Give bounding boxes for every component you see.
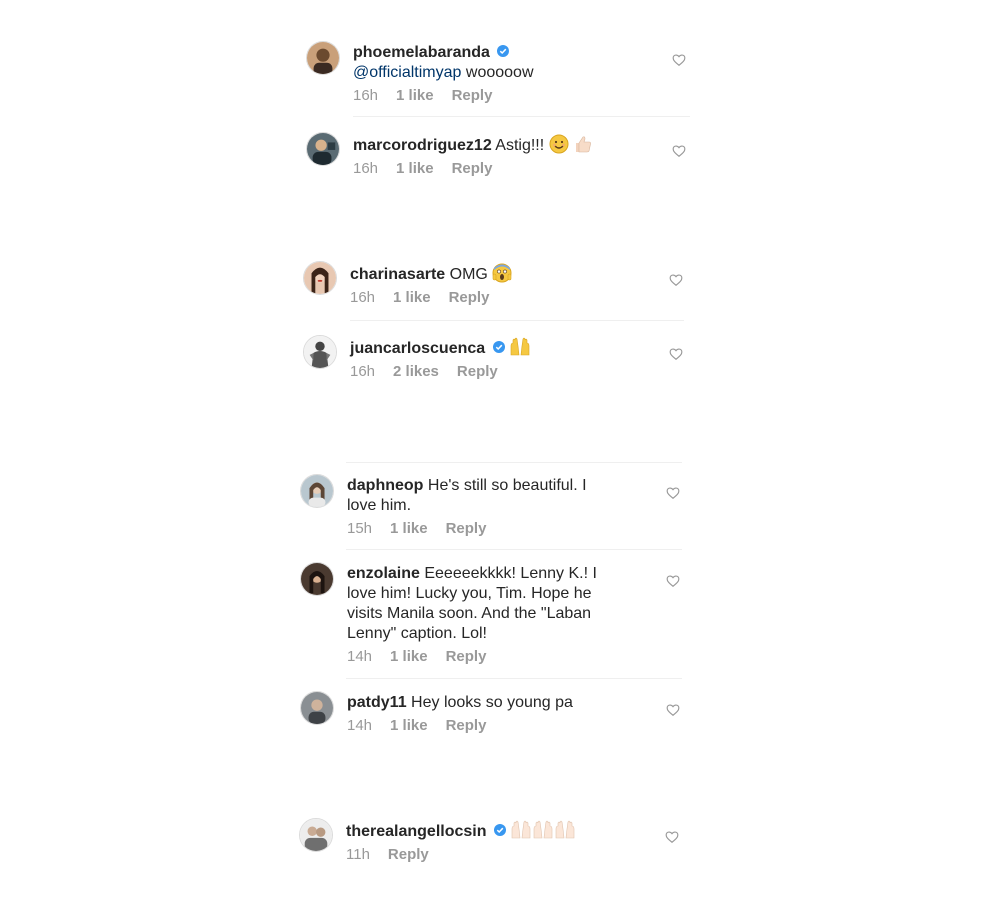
comment-username[interactable]: juancarloscuenca [350,340,485,357]
comment-time[interactable]: 11h [346,846,370,863]
comment-divider [346,678,682,679]
avatar[interactable] [303,335,337,369]
avatar[interactable] [300,691,334,725]
raising-hands-emoji [556,820,575,839]
avatar[interactable] [306,132,340,166]
comment-time[interactable]: 14h [347,648,372,665]
verified-badge-icon [493,824,506,836]
verified-badge-icon [497,45,510,57]
reply-button[interactable]: Reply [449,289,490,306]
comment-time[interactable]: 16h [350,289,375,306]
like-heart-icon[interactable] [669,273,683,287]
like-heart-icon[interactable] [669,347,683,361]
comment-item: phoemelabaranda @officialtimyap wooooow … [306,41,698,105]
comment-likes[interactable]: 1 like [396,87,434,104]
comment-item: therealangellocsin 11h Reply [299,818,691,864]
comment-time[interactable]: 16h [353,160,378,177]
comment-item: patdy11 Hey looks so young pa 14h 1 like R… [300,691,692,735]
reply-button[interactable]: Reply [457,363,498,380]
avatar[interactable] [300,474,334,508]
comment-item: marcorodriguez12 Astig!!! 16h 1 like Reply [306,132,698,178]
avatar[interactable] [300,562,334,596]
reply-button[interactable]: Reply [388,846,429,863]
thumbs-up-emoji [576,136,591,153]
verified-badge-icon [492,341,505,353]
comment-username[interactable]: daphneop [347,477,423,494]
comment-likes[interactable]: 2 likes [393,363,439,380]
comment-likes[interactable]: 1 like [390,717,428,734]
smiling-face-emoji [549,134,569,154]
comment-item: daphneop He's still so beautiful. I love… [300,474,692,538]
comment-divider [346,462,682,463]
comment-item: charinasarte OMG 16h 1 like Reply [303,261,695,307]
screaming-face-emoji [492,263,512,283]
comment-username[interactable]: phoemelabaranda [353,44,490,61]
avatar[interactable] [306,41,340,75]
comment-username[interactable]: patdy11 [347,694,407,711]
comment-likes[interactable]: 1 like [393,289,431,306]
comment-likes[interactable]: 1 like [390,520,428,537]
reply-button[interactable]: Reply [452,87,493,104]
avatar[interactable] [299,818,333,852]
comment-text: wooooow [465,64,534,81]
like-heart-icon[interactable] [666,486,680,500]
like-heart-icon[interactable] [666,574,680,588]
comment-text: OMG [449,266,488,283]
comment-divider [353,116,690,117]
comment-text: Hey looks so young pa [411,694,573,711]
comment-username[interactable]: therealangellocsin [346,823,487,840]
comment-item: enzolaine Eeeeeekkkk! Lenny K.! I love h… [300,562,692,666]
comment-time[interactable]: 16h [350,363,375,380]
like-heart-icon[interactable] [672,144,686,158]
reply-button[interactable]: Reply [452,160,493,177]
like-heart-icon[interactable] [665,830,679,844]
raising-hands-emoji [534,820,553,839]
comment-mention[interactable]: @officialtimyap [353,64,461,81]
comment-likes[interactable]: 1 like [390,648,428,665]
comment-username[interactable]: marcorodriguez12 [353,137,492,154]
comment-item: juancarloscuenca 16h 2 likes Reply [303,335,695,381]
comment-divider [346,549,682,550]
comment-time[interactable]: 14h [347,717,372,734]
comment-likes[interactable]: 1 like [396,160,434,177]
like-heart-icon[interactable] [672,53,686,67]
like-heart-icon[interactable] [666,703,680,717]
reply-button[interactable]: Reply [446,520,487,537]
reply-button[interactable]: Reply [446,648,487,665]
comment-divider [350,320,684,321]
comment-time[interactable]: 15h [347,520,372,537]
avatar[interactable] [303,261,337,295]
comment-username[interactable]: charinasarte [350,266,445,283]
comment-time[interactable]: 16h [353,87,378,104]
raising-hands-emoji [512,820,531,839]
comment-text: Astig!!! [495,137,545,154]
comment-username[interactable]: enzolaine [347,565,420,582]
raising-hands-emoji [510,337,530,356]
reply-button[interactable]: Reply [446,717,487,734]
